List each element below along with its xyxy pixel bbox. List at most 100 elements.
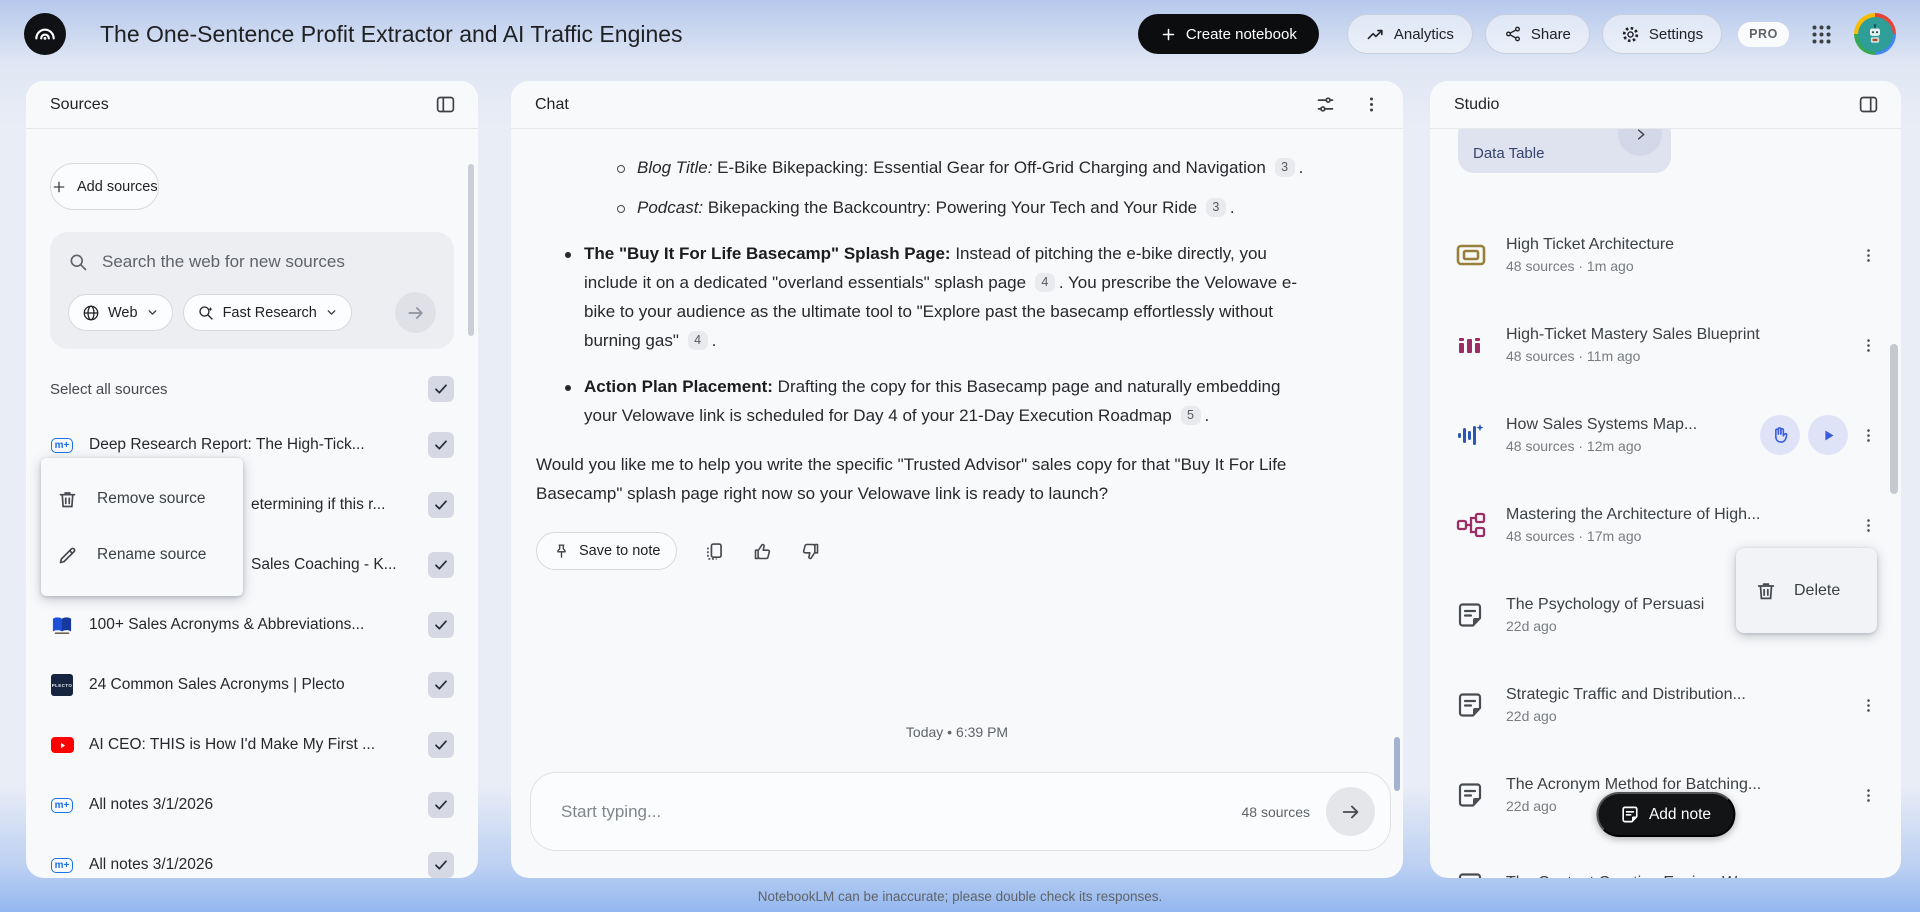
add-sources-label: Add sources — [77, 178, 158, 195]
notebook-title[interactable]: The One-Sentence Profit Extractor and AI… — [100, 21, 683, 48]
source-checkbox[interactable] — [428, 792, 454, 818]
bullet-label: Podcast: — [637, 198, 704, 217]
source-checkbox[interactable] — [428, 612, 454, 638]
source-checkbox[interactable] — [428, 552, 454, 578]
add-note-button[interactable]: Add note — [1595, 792, 1736, 837]
citation-chip[interactable]: 3 — [1274, 158, 1295, 177]
play-icon — [1821, 428, 1836, 443]
studio-item-meta: 22d ago — [1506, 708, 1557, 724]
delete-label: Delete — [1794, 581, 1841, 599]
studio-list: High Ticket Architecture 48 sources · 1m… — [1430, 210, 1901, 878]
rename-source-menu-item[interactable]: Rename source — [41, 527, 243, 583]
studio-item[interactable]: High-Ticket Mastery Sales Blueprint 48 s… — [1430, 300, 1901, 390]
more-vertical-icon[interactable] — [1856, 241, 1881, 270]
web-search-card: Web Fast Research — [50, 232, 454, 349]
avatar[interactable] — [1854, 13, 1896, 55]
select-all-checkbox[interactable] — [428, 376, 454, 402]
interactive-mode-button[interactable] — [1760, 415, 1800, 455]
source-checkbox[interactable] — [428, 432, 454, 458]
citation-chip[interactable]: 4 — [687, 331, 708, 350]
disclaimer-text: NotebookLM can be inaccurate; please dou… — [757, 889, 1163, 904]
citation-chip[interactable]: 3 — [1205, 198, 1226, 217]
more-vertical-icon[interactable] — [1856, 331, 1881, 360]
play-button[interactable] — [1808, 415, 1848, 455]
more-vertical-icon[interactable] — [1856, 871, 1881, 879]
bullet-label: Blog Title: — [637, 158, 713, 177]
source-row[interactable]: 100+ Sales Acronyms & Abbreviations... — [26, 595, 478, 655]
more-vertical-icon[interactable] — [1856, 781, 1881, 810]
chat-message: Blog Title: E-Bike Bikepacking: Essentia… — [511, 129, 1403, 508]
chat-panel-title: Chat — [535, 95, 569, 113]
notebooklm-logo-icon[interactable] — [24, 13, 66, 55]
chevron-down-icon — [146, 306, 159, 319]
studio-item-title: Mastering the Architecture of High... — [1506, 506, 1761, 523]
chat-scrollbar[interactable] — [1394, 737, 1400, 791]
source-title: All notes 3/1/2026 — [89, 796, 214, 813]
studio-scrollbar[interactable] — [1890, 344, 1898, 494]
delete-menu-item[interactable]: Delete — [1736, 548, 1877, 633]
studio-item[interactable]: How Sales Systems Map... 48 sources · 12… — [1430, 390, 1901, 480]
more-vertical-icon[interactable] — [1856, 421, 1881, 450]
collapse-studio-panel-icon[interactable] — [1858, 94, 1879, 115]
apps-grid-icon[interactable] — [1811, 24, 1832, 45]
source-row[interactable]: PLECTO 24 Common Sales Acronyms | Plecto — [26, 655, 478, 715]
studio-item-meta: 48 sources · 12m ago — [1506, 438, 1642, 454]
chat-bullet: The "Buy It For Life Basecamp" Splash Pa… — [536, 239, 1308, 355]
more-vertical-icon[interactable] — [1856, 691, 1881, 720]
trash-icon — [57, 489, 78, 510]
thumbs-down-icon[interactable] — [800, 541, 821, 562]
chat-panel: Chat Blog Title: E-Bike Bikepacking: Ess… — [511, 81, 1403, 878]
note-icon — [1456, 601, 1490, 629]
more-vertical-icon[interactable] — [1362, 95, 1381, 114]
copy-icon[interactable] — [704, 541, 725, 562]
chat-bullet: Action Plan Placement: Drafting the copy… — [536, 372, 1308, 430]
audio-waveform-icon — [1456, 420, 1490, 450]
remove-source-menu-item[interactable]: Remove source — [41, 471, 243, 527]
chat-input-bar: 48 sources — [530, 772, 1391, 851]
save-to-note-button[interactable]: Save to note — [536, 532, 678, 570]
search-submit-button[interactable] — [395, 292, 436, 333]
source-checkbox[interactable] — [428, 492, 454, 518]
chat-input[interactable] — [561, 801, 1242, 822]
studio-item[interactable]: High Ticket Architecture 48 sources · 1m… — [1430, 210, 1901, 300]
send-button[interactable] — [1326, 787, 1375, 836]
plus-icon — [51, 179, 67, 195]
studio-item[interactable]: The Content Creation Engine: Wee... — [1430, 840, 1901, 878]
analytics-button[interactable]: Analytics — [1346, 14, 1473, 54]
share-label: Share — [1530, 25, 1571, 43]
source-row[interactable]: AI CEO: THIS is How I'd Make My First ..… — [26, 715, 478, 775]
source-checkbox[interactable] — [428, 672, 454, 698]
sources-count: 48 sources — [1241, 803, 1310, 820]
more-vertical-icon[interactable] — [1856, 511, 1881, 540]
collapse-sources-panel-icon[interactable] — [435, 94, 456, 115]
fast-research-chip[interactable]: Fast Research — [182, 294, 352, 331]
source-row[interactable]: m+ All notes 3/1/2026 — [26, 775, 478, 835]
tune-icon[interactable] — [1315, 94, 1336, 115]
settings-button[interactable]: Settings — [1601, 14, 1723, 54]
chevron-down-icon — [325, 306, 338, 319]
studio-panel: Studio Data Table High Ticket Architectu… — [1430, 81, 1901, 878]
remove-source-label: Remove source — [97, 490, 206, 507]
source-checkbox[interactable] — [428, 852, 454, 878]
thumbs-up-icon[interactable] — [752, 541, 773, 562]
chat-sub-bullet: Podcast: Bikepacking the Backcountry: Po… — [536, 193, 1308, 222]
citation-chip[interactable]: 4 — [1034, 273, 1055, 292]
trash-icon — [1755, 580, 1777, 602]
studio-item[interactable]: Strategic Traffic and Distribution... 22… — [1430, 660, 1901, 750]
sources-scrollbar[interactable] — [468, 164, 474, 336]
source-search-input[interactable] — [102, 252, 436, 272]
studio-item-title: How Sales Systems Map... — [1506, 416, 1698, 433]
create-notebook-button[interactable]: Create notebook — [1137, 14, 1319, 54]
web-filter-chip[interactable]: Web — [68, 294, 173, 331]
share-icon — [1504, 25, 1522, 43]
studio-item-meta: 48 sources · 11m ago — [1506, 348, 1641, 364]
app-header: The One-Sentence Profit Extractor and AI… — [0, 0, 1920, 68]
source-row[interactable]: m+ All notes 3/1/2026 — [26, 835, 478, 878]
add-sources-button[interactable]: Add sources — [50, 163, 159, 210]
hand-wave-icon — [1770, 425, 1790, 445]
studio-item-meta: 48 sources · 17m ago — [1506, 528, 1642, 544]
source-checkbox[interactable] — [428, 732, 454, 758]
citation-chip[interactable]: 5 — [1180, 406, 1201, 425]
source-title: Deep Research Report: The High-Tick... — [89, 436, 365, 453]
share-button[interactable]: Share — [1484, 14, 1590, 54]
